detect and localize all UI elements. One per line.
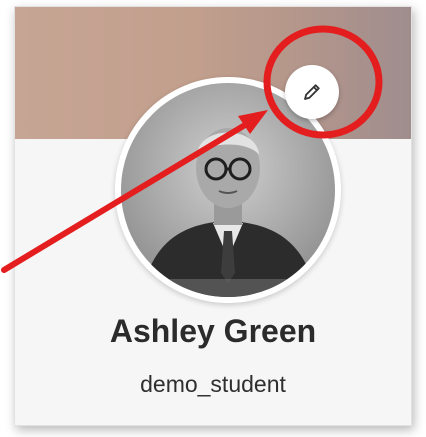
pencil-icon [304,84,320,100]
display-name: Ashley Green [109,313,317,349]
profile-card: Ashley Green demo_student [14,6,412,426]
edit-profile-button[interactable] [285,65,339,119]
username: demo_student [140,371,286,397]
